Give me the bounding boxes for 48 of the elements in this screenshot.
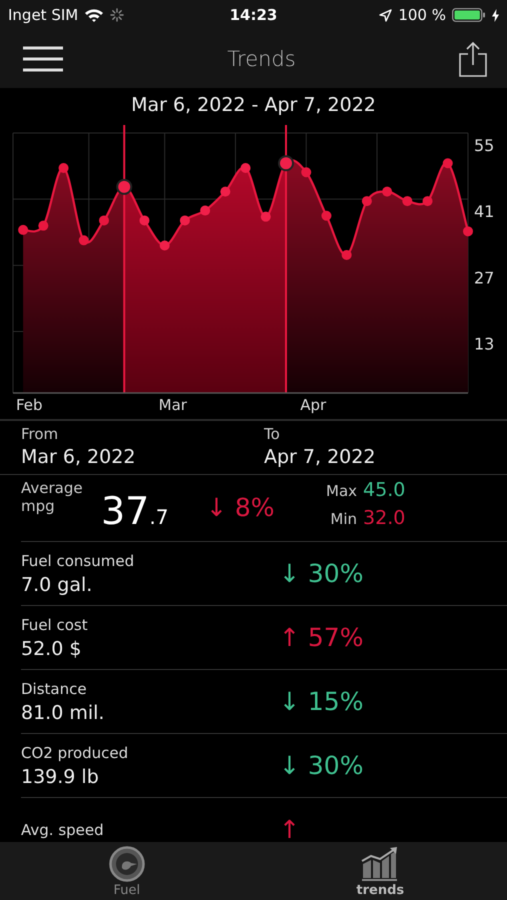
max-label: Max <box>326 482 358 500</box>
chart-icon <box>361 846 400 882</box>
to-date[interactable]: Apr 7, 2022 <box>264 446 507 468</box>
battery-icon <box>452 8 486 22</box>
x-axis-label: Apr <box>300 396 326 414</box>
wifi-icon <box>84 8 104 22</box>
from-date[interactable]: Mar 6, 2022 <box>21 446 264 468</box>
min-value: 32.0 <box>363 507 406 529</box>
metric-value: 81.0 mil. <box>21 702 106 724</box>
spinner-icon <box>110 8 124 22</box>
metric-label: CO2 produced <box>21 744 130 762</box>
metric-value: 7.0 gal. <box>21 574 94 596</box>
change-percent: ↓ 30% <box>279 559 364 588</box>
metric-value: 52.0 $ <box>21 638 82 660</box>
from-label: From <box>21 425 60 443</box>
tab-item[interactable]: trends <box>254 842 507 900</box>
max-value: 45.0 <box>363 479 406 501</box>
change-percent: ↓ 8% <box>206 493 276 522</box>
metric-label: Avg. speed <box>21 820 105 838</box>
unit-label: mpg <box>21 497 56 515</box>
min-label: Min <box>330 510 358 528</box>
share-button[interactable] <box>458 41 487 77</box>
menu-button[interactable] <box>22 45 64 73</box>
battery-percent: 100 % <box>398 6 446 24</box>
charging-icon <box>492 8 499 22</box>
change-percent: ↓ 15% <box>279 687 364 716</box>
change-percent: ↓ 30% <box>279 751 364 780</box>
metric-label: Distance <box>21 680 88 698</box>
change-percent: ↑ <box>279 815 300 844</box>
x-axis-label: Mar <box>158 396 187 414</box>
y-axis-label: 41 <box>474 202 494 222</box>
clock-text: 14:23 <box>230 6 278 24</box>
date-range-title: Mar 6, 2022 - Apr 7, 2022 <box>130 93 377 118</box>
y-axis-label: 27 <box>474 268 494 288</box>
carrier-text: Inget SIM <box>8 6 78 24</box>
gauge-icon <box>108 846 145 882</box>
y-axis-label: 55 <box>474 136 494 155</box>
location-icon <box>379 8 392 22</box>
tab-item[interactable]: Fuel <box>0 842 254 900</box>
metric-value: 139.9 lb <box>21 766 100 788</box>
to-label: To <box>264 425 281 443</box>
y-axis-label: 13 <box>474 334 494 354</box>
metric-label: Fuel consumed <box>21 552 136 570</box>
screen-title: Trends <box>227 47 296 71</box>
change-percent: ↑ 57% <box>279 623 364 652</box>
average-label: Average <box>21 479 84 497</box>
x-axis-label: Feb <box>16 396 43 414</box>
metric-label: Fuel cost <box>21 616 89 634</box>
